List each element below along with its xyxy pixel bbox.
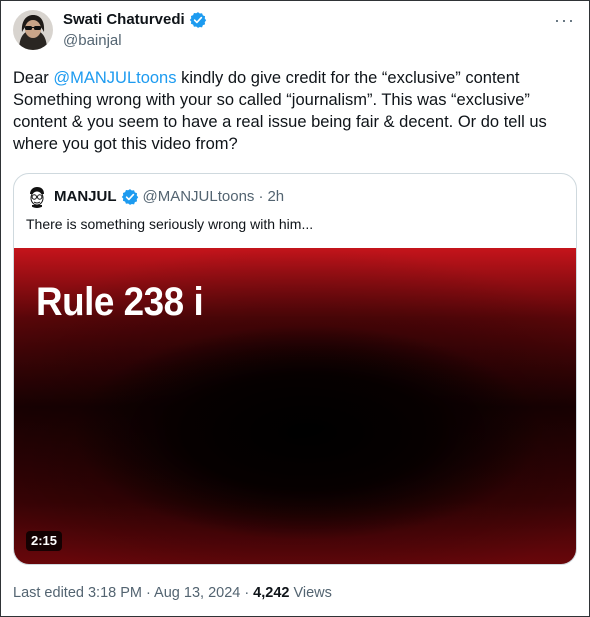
tweet-card: Swati Chaturvedi @bainjal ··· Dear @MANJ…: [0, 0, 590, 617]
verified-badge-icon[interactable]: [121, 188, 139, 206]
author-avatar[interactable]: [13, 10, 53, 50]
quoted-tweet[interactable]: MANJUL @MANJULtoons · 2h There is someth…: [13, 173, 577, 565]
tweet-text-prefix: Dear: [13, 69, 54, 87]
footer-separator: ·: [244, 585, 250, 601]
quoted-timestamp[interactable]: 2h: [267, 187, 284, 207]
quoted-separator: ·: [258, 188, 264, 205]
views-count: 4,242: [253, 585, 290, 601]
quoted-author-handle[interactable]: @MANJULtoons: [143, 187, 255, 207]
quoted-text: There is something seriously wrong with …: [26, 216, 314, 232]
more-options-icon[interactable]: ···: [554, 11, 575, 29]
mention-link[interactable]: @MANJULtoons: [53, 69, 176, 87]
author-handle[interactable]: @bainjal: [63, 31, 122, 51]
quoted-author-avatar[interactable]: [26, 186, 48, 208]
tweet-footer: Last edited 3:18 PM · Aug 13, 2024 · 4,2…: [13, 583, 332, 603]
video-player[interactable]: Rule 238 i 2:15: [14, 248, 576, 564]
tweet-text: Dear @MANJULtoons kindly do give credit …: [13, 67, 579, 155]
views-label: Views: [293, 585, 332, 601]
author-name-text[interactable]: Swati Chaturvedi: [63, 10, 185, 30]
quoted-author-name[interactable]: MANJUL: [54, 187, 117, 207]
video-duration-badge: 2:15: [26, 531, 63, 551]
video-overlay-title: Rule 238 i: [36, 280, 204, 324]
quoted-header: MANJUL @MANJULtoons · 2h: [54, 187, 284, 207]
edited-timestamp[interactable]: Last edited 3:18 PM · Aug 13, 2024: [13, 583, 240, 603]
verified-badge-icon[interactable]: [189, 11, 207, 29]
author-name[interactable]: Swati Chaturvedi: [63, 10, 207, 30]
